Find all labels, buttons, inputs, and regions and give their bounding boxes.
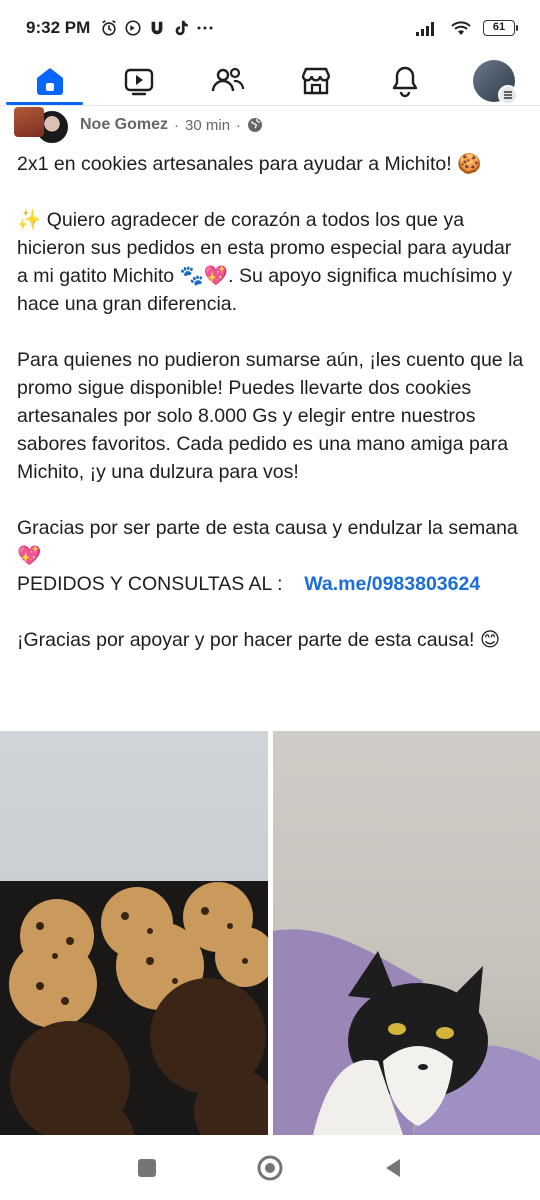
system-nav-bar xyxy=(0,1135,540,1200)
friends-icon xyxy=(211,67,244,92)
profile-avatar xyxy=(472,60,518,105)
wifi-icon xyxy=(451,21,471,35)
post-photos xyxy=(0,731,540,1135)
nav-friends[interactable] xyxy=(204,59,252,103)
video-icon xyxy=(124,68,153,96)
battery-level: 61 xyxy=(483,20,515,36)
post-header: Noe Gomez · 30 min · xyxy=(0,106,540,145)
post-paragraph: ¡Gracias por apoyar y por hacer parte de… xyxy=(17,629,501,651)
whatsapp-link[interactable]: Wa.me/0983803624 xyxy=(304,573,480,595)
nav-notifications[interactable] xyxy=(381,59,429,103)
post-meta: · 30 min · xyxy=(174,117,263,134)
post-text: 2x1 en cookies artesanales para ayudar a… xyxy=(17,150,527,682)
meta-separator: · xyxy=(174,116,180,134)
author-name[interactable]: Noe Gomez xyxy=(80,116,168,134)
menu-icon xyxy=(497,85,518,105)
alarm-icon xyxy=(102,20,116,36)
post-paragraph: 2x1 en cookies artesanales para ayudar a… xyxy=(17,153,482,175)
home-button-icon[interactable] xyxy=(256,1154,284,1182)
status-time: 9:32 PM xyxy=(26,18,91,37)
nav-video[interactable] xyxy=(115,59,163,103)
sync-icon xyxy=(125,20,141,36)
cat-photo[interactable] xyxy=(273,731,540,1135)
recents-icon[interactable] xyxy=(136,1157,158,1179)
tiktok-icon xyxy=(175,20,188,36)
nav-profile[interactable] xyxy=(470,59,518,105)
top-nav xyxy=(0,56,540,106)
group-avatar[interactable] xyxy=(14,107,44,137)
nav-home[interactable] xyxy=(26,59,74,103)
home-icon xyxy=(37,68,63,95)
post-paragraph: Gracias por ser parte de esta causa y en… xyxy=(17,517,518,567)
back-icon[interactable] xyxy=(382,1157,404,1179)
cookies-photo[interactable] xyxy=(0,731,268,1135)
contact-label: PEDIDOS Y CONSULTAS AL : xyxy=(17,573,283,595)
status-bar: 9:32 PM 61 xyxy=(0,0,540,56)
post-paragraph: Para quienes no pudieron sumarse aún, ¡l… xyxy=(17,349,524,483)
post-paragraph: ✨ Quiero agradecer de corazón a todos lo… xyxy=(17,209,513,315)
signal-icon xyxy=(416,22,434,36)
nav-marketplace[interactable] xyxy=(292,59,340,103)
meta-separator-2: · xyxy=(236,116,242,134)
u-app-icon xyxy=(151,21,163,35)
marketplace-icon xyxy=(302,67,331,95)
more-dots-icon xyxy=(197,26,213,30)
globe-icon xyxy=(248,118,263,132)
post-time[interactable]: 30 min xyxy=(185,117,230,134)
battery-icon: 61 xyxy=(483,20,518,36)
notifications-icon xyxy=(392,66,418,98)
contact-line: PEDIDOS Y CONSULTAS AL : Wa.me/098380362… xyxy=(17,570,527,598)
